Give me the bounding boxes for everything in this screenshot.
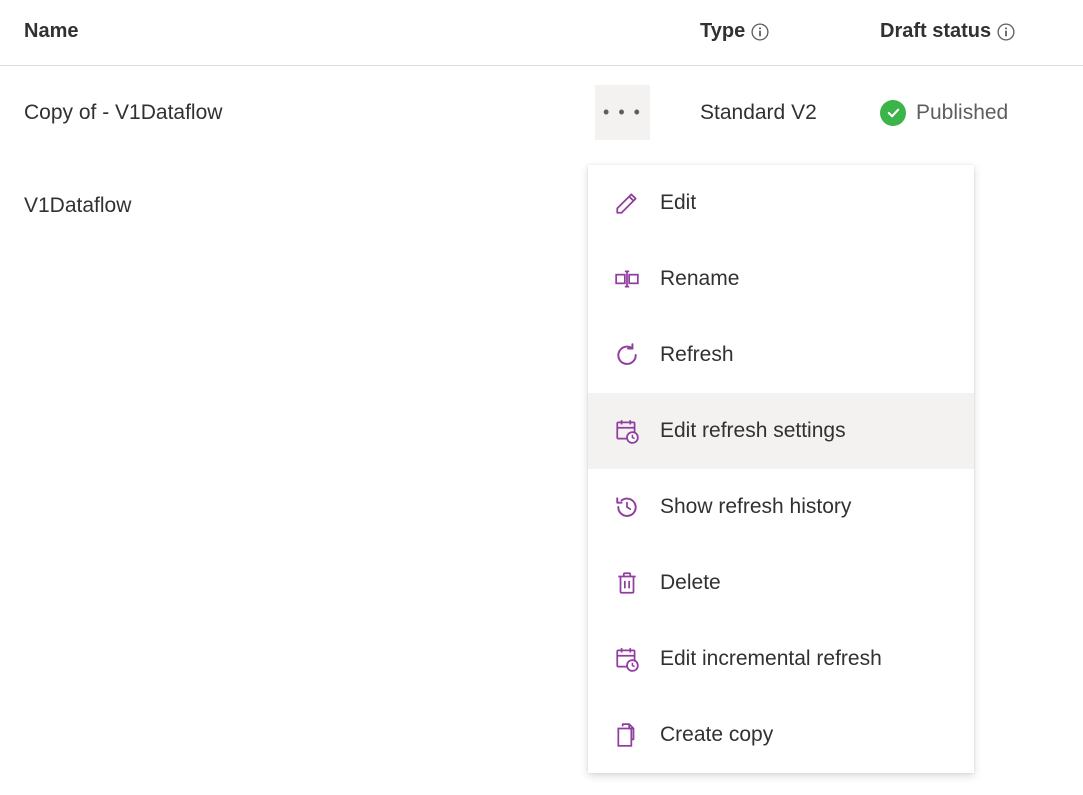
row-name[interactable]: Copy of - V1Dataflow <box>0 101 595 125</box>
table-row[interactable]: Copy of - V1Dataflow • • • Standard V2 P… <box>0 66 1083 159</box>
header-name-label: Name <box>24 20 78 43</box>
history-icon <box>612 492 642 522</box>
trash-icon <box>612 568 642 598</box>
info-icon[interactable] <box>997 23 1015 41</box>
menu-item-label: Create copy <box>660 723 773 747</box>
refresh-icon <box>612 340 642 370</box>
row-status: Published <box>880 100 1080 126</box>
row-name-text: V1Dataflow <box>24 194 131 218</box>
menu-item-show-refresh-history[interactable]: Show refresh history <box>588 469 974 545</box>
table-header-row: Name Type Draft status <box>0 0 1083 66</box>
header-type[interactable]: Type <box>700 20 880 43</box>
info-icon[interactable] <box>751 23 769 41</box>
row-name-text: Copy of - V1Dataflow <box>24 101 222 125</box>
check-circle-icon <box>880 100 906 126</box>
row-status-text: Published <box>916 101 1008 125</box>
header-name[interactable]: Name <box>0 20 700 43</box>
menu-item-edit-refresh-settings[interactable]: Edit refresh settings <box>588 393 974 469</box>
row-name[interactable]: V1Dataflow <box>0 194 595 218</box>
ellipsis-icon: • • • <box>603 102 642 123</box>
header-status-label: Draft status <box>880 20 991 43</box>
menu-item-edit[interactable]: Edit <box>588 165 974 241</box>
menu-item-edit-incremental-refresh[interactable]: Edit incremental refresh <box>588 621 974 697</box>
row-type-text: Standard V2 <box>700 101 817 125</box>
menu-item-label: Edit incremental refresh <box>660 647 882 671</box>
copy-icon <box>612 720 642 750</box>
menu-item-rename[interactable]: Rename <box>588 241 974 317</box>
row-actions: • • • <box>595 85 700 140</box>
rename-icon <box>612 264 642 294</box>
pencil-icon <box>612 188 642 218</box>
menu-item-label: Edit <box>660 191 696 215</box>
menu-item-label: Delete <box>660 571 721 595</box>
menu-item-create-copy[interactable]: Create copy <box>588 697 974 773</box>
menu-item-label: Refresh <box>660 343 734 367</box>
menu-item-delete[interactable]: Delete <box>588 545 974 621</box>
menu-item-refresh[interactable]: Refresh <box>588 317 974 393</box>
menu-item-label: Rename <box>660 267 739 291</box>
header-type-label: Type <box>700 20 745 43</box>
menu-item-label: Show refresh history <box>660 495 851 519</box>
header-status[interactable]: Draft status <box>880 20 1080 43</box>
calendar-clock-icon <box>612 644 642 674</box>
row-type: Standard V2 <box>700 101 880 125</box>
more-actions-button[interactable]: • • • <box>595 85 650 140</box>
calendar-clock-icon <box>612 416 642 446</box>
context-menu: Edit Rename Refresh <box>588 165 974 773</box>
menu-item-label: Edit refresh settings <box>660 419 846 443</box>
